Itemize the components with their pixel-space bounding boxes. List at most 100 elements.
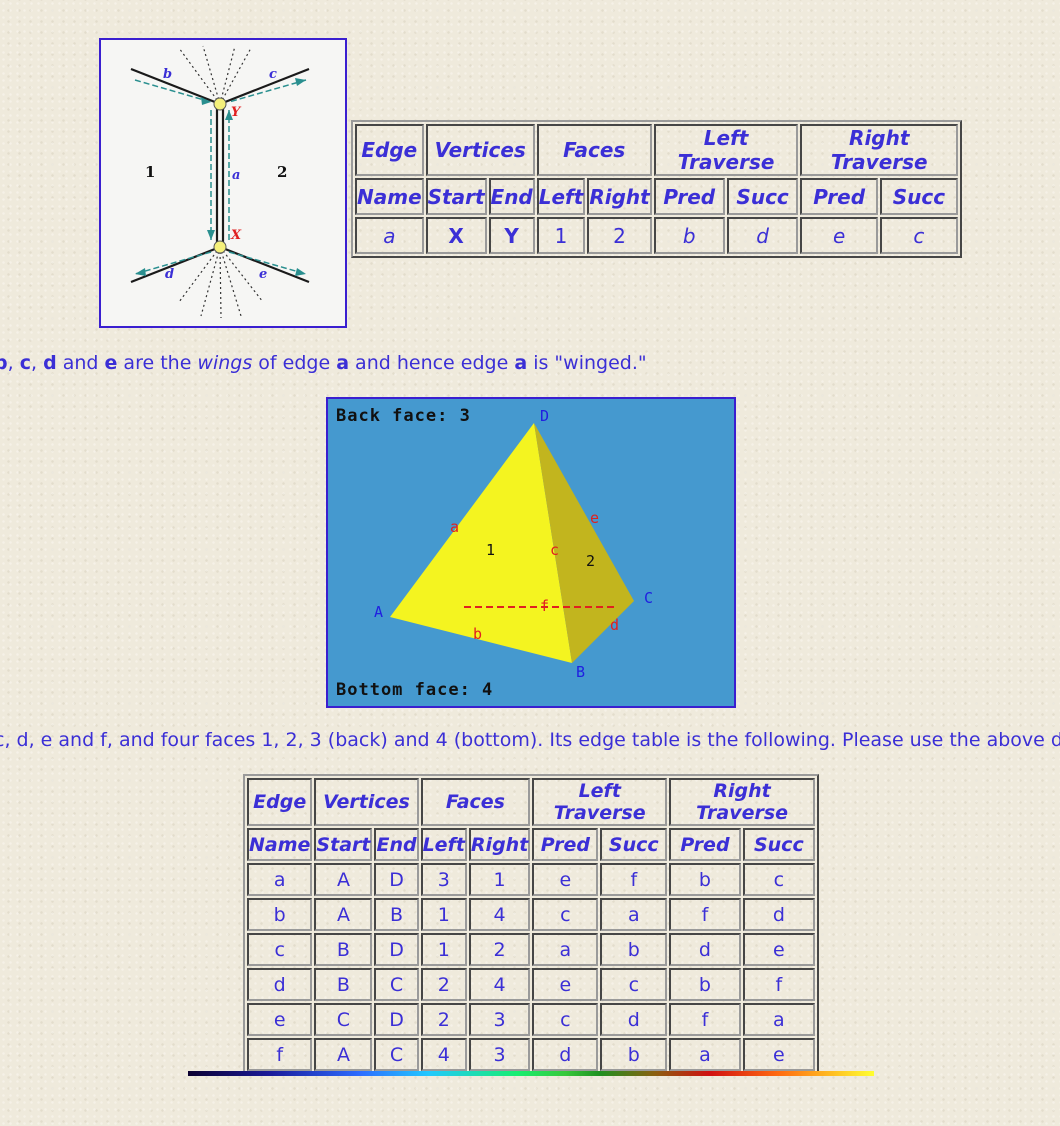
- table-cell: 4: [468, 968, 531, 1001]
- table-cell: e: [532, 968, 599, 1001]
- vertex-d-label: D: [540, 407, 549, 425]
- text-span: ,: [30, 352, 44, 374]
- edge-d-label: d: [165, 267, 174, 282]
- edge-a-label: a: [232, 168, 240, 183]
- table-cell: f: [669, 1003, 741, 1036]
- table-cell: 2: [587, 217, 652, 254]
- text-bold: b: [0, 352, 8, 374]
- table-cell: b: [600, 933, 668, 966]
- table-cell: D: [374, 1003, 419, 1036]
- edge-c-label: c: [550, 541, 559, 559]
- vertex-x-label: X: [230, 228, 242, 243]
- table-cell: C: [314, 1003, 373, 1036]
- table-cell: a: [742, 1003, 815, 1036]
- vertex-y-label: Y: [231, 105, 242, 120]
- table-cell: X: [425, 217, 487, 254]
- table-cell: c: [879, 217, 958, 254]
- table-header-cell: Left: [420, 828, 467, 861]
- table-cell: d: [247, 968, 313, 1001]
- table-subheader-row: Name Start End Left Right Pred Succ Pred…: [247, 828, 815, 861]
- table-cell: d: [726, 217, 799, 254]
- table-cell: b: [247, 898, 313, 931]
- text-bold: d: [43, 352, 57, 374]
- table-header-cell: Pred: [532, 828, 599, 861]
- table-cell: 1: [536, 217, 586, 254]
- text-bold: a: [514, 352, 528, 374]
- table-cell: A: [314, 1038, 373, 1071]
- table-header-cell: Faces: [420, 778, 531, 826]
- table-cell: 3: [420, 863, 467, 896]
- table-header-cell: Edge: [355, 124, 424, 176]
- tetrahedron-svg: Back face: 3 Bottom face: 4 D A B C a b …: [336, 406, 653, 700]
- table-row: e C D 2 3 c d f a: [247, 1003, 815, 1036]
- table-header-cell: End: [374, 828, 419, 861]
- table-row: b A B 1 4 c a f d: [247, 898, 815, 931]
- table-cell: 3: [468, 1038, 531, 1071]
- table-cell: a: [669, 1038, 741, 1071]
- face-1-label: 1: [145, 163, 155, 181]
- edge-a-label: a: [450, 518, 459, 536]
- table-cell: b: [653, 217, 725, 254]
- table-header-cell: Vertices: [314, 778, 419, 826]
- face-2-label: 2: [277, 163, 287, 181]
- winged-edge-svg: b c a d e Y X 1 2: [130, 45, 310, 319]
- table-cell: 1: [420, 898, 467, 931]
- text-span: and: [56, 352, 105, 374]
- vertex-a-label: A: [374, 603, 383, 621]
- table-header-cell: Edge: [247, 778, 313, 826]
- table-cell: e: [800, 217, 878, 254]
- table-cell: Y: [488, 217, 535, 254]
- edge-e-label: e: [590, 509, 599, 527]
- table-cell: b: [669, 968, 741, 1001]
- winged-edge-diagram: b c a d e Y X 1 2: [99, 38, 347, 328]
- table-cell: A: [314, 898, 373, 931]
- table-cell: c: [247, 933, 313, 966]
- table-subheader-row: Name Start End Left Right Pred Succ Pred…: [355, 178, 958, 215]
- table-header-cell: Pred: [800, 178, 878, 215]
- table-cell: d: [600, 1003, 668, 1036]
- table-header-cell: Start: [425, 178, 487, 215]
- edge-f-label: f: [540, 597, 549, 615]
- vertex-c-label: C: [644, 589, 653, 607]
- table-cell: f: [247, 1038, 313, 1071]
- text-bold: c: [19, 352, 31, 374]
- table-cell: D: [374, 933, 419, 966]
- table-header-cell: Succ: [726, 178, 799, 215]
- table-row: a A D 3 1 e f b c: [247, 863, 815, 896]
- table-header-cell: Right: [468, 828, 531, 861]
- table-cell: 1: [468, 863, 531, 896]
- table-header-cell: Name: [355, 178, 424, 215]
- tetrahedron-description: c, d, e and f, and four faces 1, 2, 3 (b…: [0, 729, 1060, 751]
- table-header-cell: Start: [314, 828, 373, 861]
- tetrahedron-figure: Back face: 3 Bottom face: 4 D A B C a b …: [326, 397, 736, 708]
- table-header-cell: Name: [247, 828, 313, 861]
- table-cell: B: [314, 933, 373, 966]
- table-cell: d: [532, 1038, 599, 1071]
- table-cell: b: [669, 863, 741, 896]
- table-cell: a: [600, 898, 668, 931]
- table-header-cell: Left Traverse: [532, 778, 668, 826]
- table-header-cell: Left: [536, 178, 586, 215]
- table-header-row: Edge Vertices Faces Left Traverse Right …: [355, 124, 958, 176]
- table-header-cell: Right Traverse: [800, 124, 958, 176]
- table-cell: a: [532, 933, 599, 966]
- table-header-cell: Right Traverse: [669, 778, 815, 826]
- face-1-label: 1: [486, 541, 495, 559]
- table-header-cell: Vertices: [425, 124, 535, 176]
- edge-b-label: b: [473, 625, 482, 643]
- table-header-cell: Pred: [669, 828, 741, 861]
- table-cell: 1: [420, 933, 467, 966]
- table-cell: c: [532, 1003, 599, 1036]
- vertex-b-label: B: [576, 663, 585, 681]
- rainbow-divider: [188, 1071, 874, 1076]
- table-header-cell: Pred: [653, 178, 725, 215]
- table-header-cell: Succ: [742, 828, 815, 861]
- text-span: and hence edge: [349, 352, 515, 374]
- table-cell: b: [600, 1038, 668, 1071]
- edge-e-label: e: [259, 267, 267, 282]
- table-cell: 2: [468, 933, 531, 966]
- table-header-cell: Succ: [879, 178, 958, 215]
- text-italic: wings: [197, 352, 253, 374]
- edge-b-label: b: [163, 67, 172, 82]
- table-cell: e: [247, 1003, 313, 1036]
